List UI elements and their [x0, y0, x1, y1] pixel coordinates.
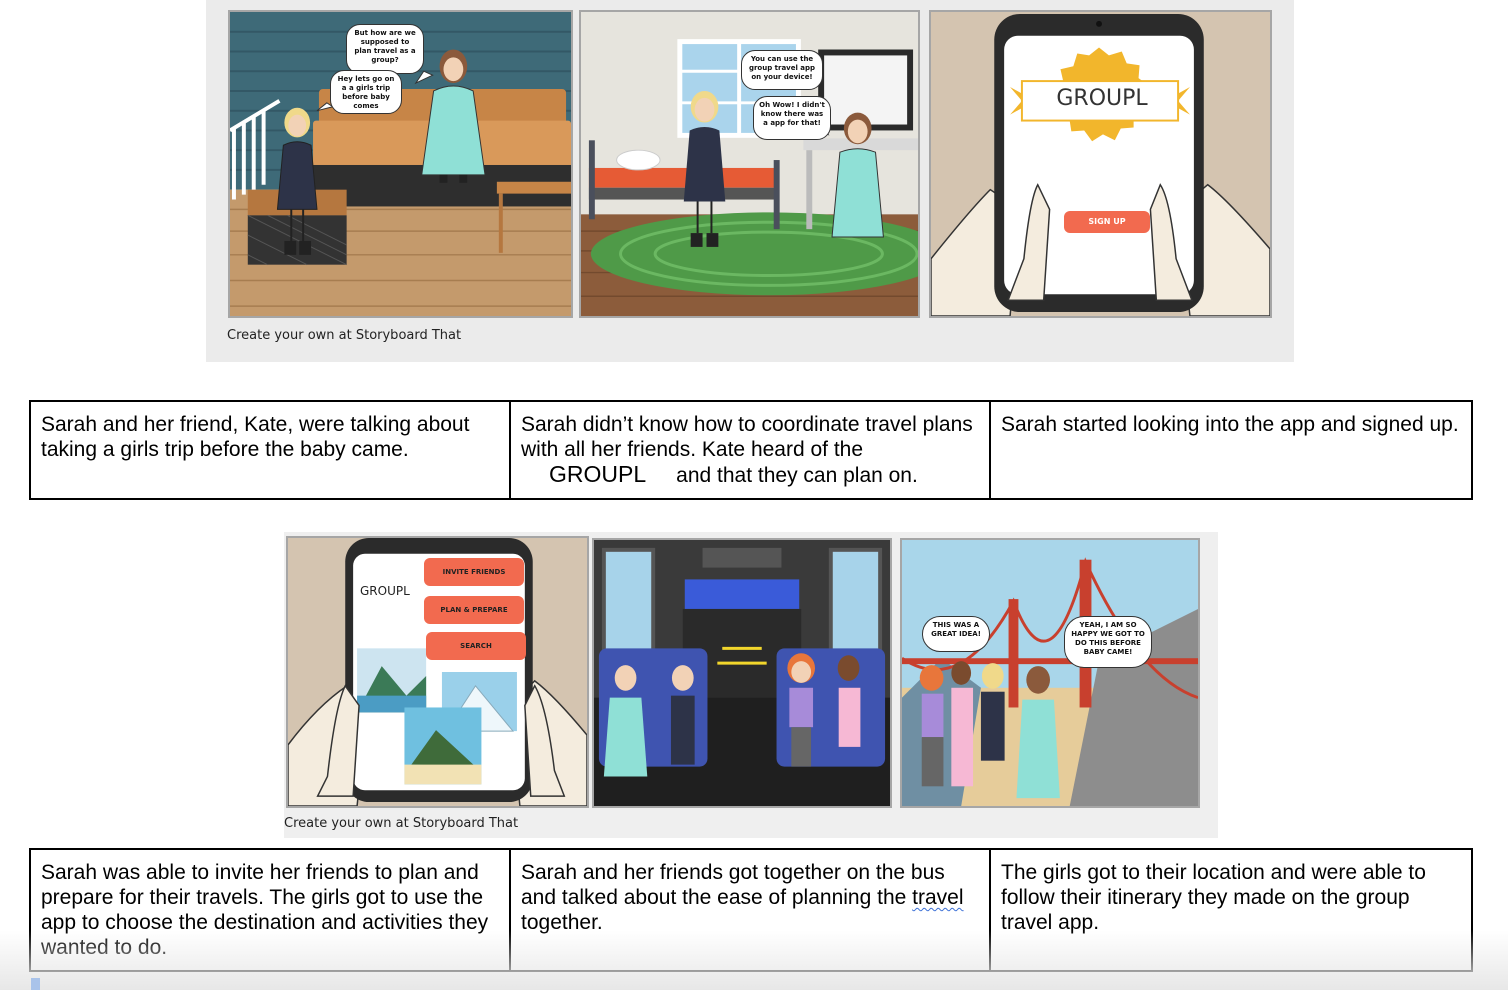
page-bottom-fade [0, 930, 1508, 990]
speech-bubble-kate: YEAH, I AM SO HAPPY WE GOT TO DO THIS BE… [1064, 616, 1152, 668]
caption-text: Sarah and her friends got together on th… [521, 861, 945, 909]
storyboard-panel-golden-gate: THIS WAS A GREAT IDEA! YEAH, I AM SO HAP… [900, 538, 1200, 808]
caption-cell: Sarah started looking into the app and s… [989, 400, 1473, 500]
speech-bubble-sarah: Oh Wow! I didn't know there was a app fo… [753, 96, 831, 140]
storyboard-bottom: GROUPL INVITE FRIENDS PLAN & PREPARE SEA… [284, 532, 1218, 838]
text-cursor-marker [31, 978, 40, 990]
groupl-logo: GROUPL [360, 584, 410, 598]
caption-text: The girls got to their location and were… [1001, 861, 1426, 934]
storyboard-credit: Create your own at Storyboard That [284, 816, 519, 831]
storyboard-panel-app-menu: GROUPL INVITE FRIENDS PLAN & PREPARE SEA… [286, 536, 589, 808]
search-button: SEARCH [426, 632, 526, 660]
caption-table-top: Sarah and her friend, Kate, were talking… [29, 400, 1473, 500]
speech-bubble-kate: But how are we supposed to plan travel a… [346, 24, 424, 74]
storyboard-top: But how are we supposed to plan travel a… [206, 0, 1294, 362]
caption-text: Sarah and her friend, Kate, were talking… [41, 413, 470, 461]
phone-signup-scene [931, 12, 1270, 316]
caption-cell: Sarah and her friend, Kate, were talking… [29, 400, 511, 500]
storyboard-panel-living-room: But how are we supposed to plan travel a… [228, 10, 573, 318]
invite-friends-button: INVITE FRIENDS [424, 558, 524, 586]
storyboard-panel-bedroom: You can use the group travel app on your… [579, 10, 920, 318]
storyboard-panel-bus [592, 538, 892, 808]
speech-bubble-sarah: Hey lets go on a a girls trip before bab… [330, 70, 402, 114]
caption-row: Sarah and her friend, Kate, were talking… [29, 400, 1473, 500]
sign-up-button: SIGN UP [1064, 211, 1150, 233]
caption-text: Sarah started looking into the app and s… [1001, 413, 1459, 436]
bus-interior-scene [594, 540, 890, 806]
groupl-inline-logo: GROUPL [549, 461, 647, 487]
storyboard-panel-app-signup: GROUPL SIGN UP [929, 10, 1272, 318]
storyboard-credit: Create your own at Storyboard That [227, 328, 462, 343]
caption-cell: Sarah didn’t know how to coordinate trav… [509, 400, 991, 500]
speech-bubble-friend: THIS WAS A GREAT IDEA! [922, 616, 990, 652]
caption-text: Sarah didn’t know how to coordinate trav… [521, 413, 973, 461]
speech-bubble-kate: You can use the group travel app on your… [741, 50, 823, 90]
groupl-logo: GROUPL [1056, 86, 1148, 111]
caption-text-continued: and that they can plan on. [676, 464, 918, 487]
plan-prepare-button: PLAN & PREPARE [424, 596, 524, 624]
golden-gate-scene [902, 540, 1198, 806]
spellcheck-flagged-word[interactable]: travel [912, 886, 963, 909]
